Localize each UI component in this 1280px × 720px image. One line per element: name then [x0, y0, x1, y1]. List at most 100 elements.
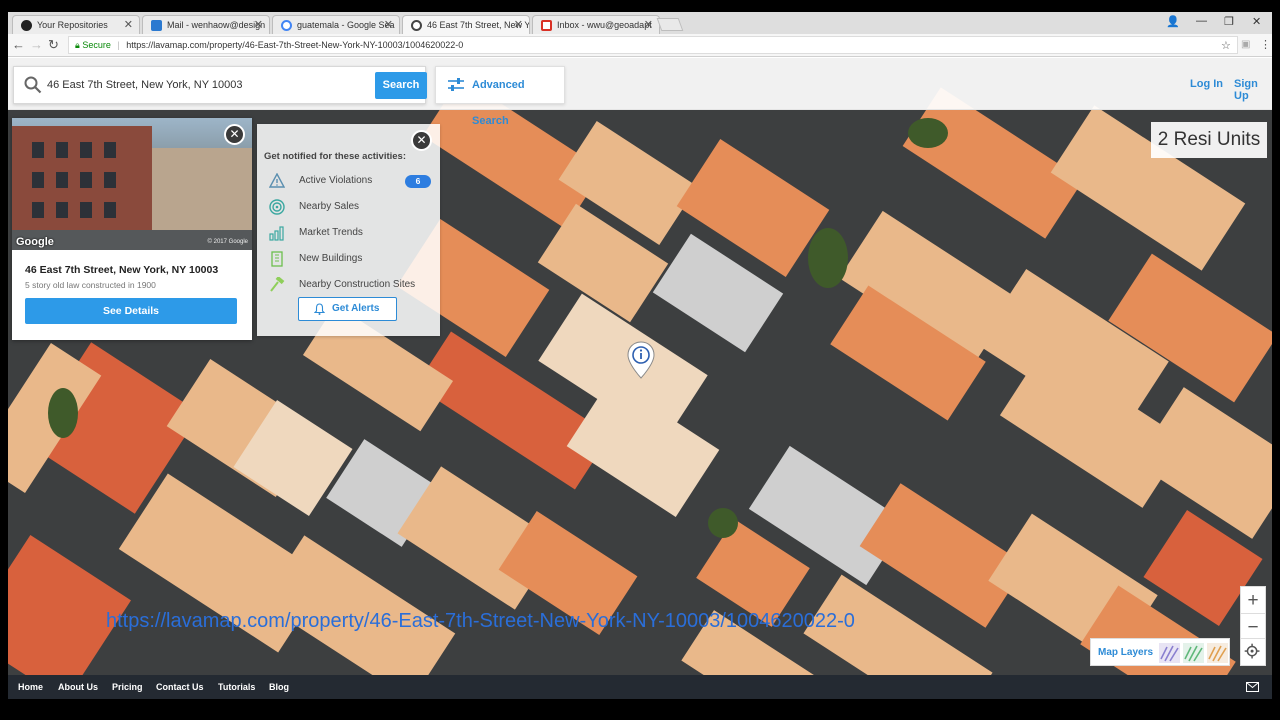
close-tab-icon[interactable]: ✕	[384, 18, 393, 31]
property-description: 5 story old law constructed in 1900	[25, 280, 156, 290]
alert-item-label: New Buildings	[299, 253, 363, 264]
footer-link-about[interactable]: About Us	[58, 682, 98, 692]
alert-item-market-trends[interactable]: Market Trends	[269, 224, 434, 244]
alert-item-label: Market Trends	[299, 227, 363, 238]
login-link[interactable]: Log In	[1190, 78, 1223, 90]
tab-lavamap[interactable]: 46 East 7th Street, New Y ✕	[402, 15, 530, 34]
close-tab-icon[interactable]: ✕	[124, 18, 133, 31]
alert-item-construction-sites[interactable]: Nearby Construction Sites	[269, 276, 434, 296]
warning-triangle-icon	[269, 173, 285, 188]
tree	[808, 228, 848, 288]
hammer-icon	[270, 277, 285, 292]
footer-link-blog[interactable]: Blog	[269, 682, 289, 692]
footer-link-contact[interactable]: Contact Us	[156, 682, 204, 692]
alert-item-label: Nearby Construction Sites	[299, 279, 416, 290]
tab-title: Mail - wenhaow@design	[167, 20, 266, 30]
alert-item-new-buildings[interactable]: New Buildings	[269, 250, 434, 270]
bell-icon	[314, 303, 325, 315]
layer-thumbnail-icon[interactable]	[1159, 643, 1180, 663]
alert-item-label: Nearby Sales	[299, 201, 360, 212]
reload-icon[interactable]: ↻	[48, 37, 59, 53]
tab-gmail[interactable]: Inbox - wwu@geoadapt ✕	[532, 15, 660, 34]
violations-count-badge: 6	[405, 175, 431, 188]
profile-icon[interactable]: 👤	[1166, 15, 1180, 28]
search-box: Search	[13, 66, 427, 104]
tree	[908, 118, 948, 148]
search-input[interactable]	[47, 74, 367, 96]
property-info-pin-icon[interactable]	[626, 340, 656, 380]
minimize-icon[interactable]: —	[1196, 15, 1207, 27]
tree	[48, 388, 78, 438]
zoom-in-button[interactable]: +	[1241, 587, 1265, 614]
menu-icon[interactable]: ⋮	[1260, 38, 1271, 51]
close-tab-icon[interactable]: ✕	[514, 18, 523, 31]
browser-window: Your Repositories ✕ Mail - wenhaow@desig…	[8, 12, 1272, 699]
alert-item-nearby-sales[interactable]: Nearby Sales	[269, 198, 434, 218]
close-card-button[interactable]: ✕	[224, 124, 245, 145]
mail-icon[interactable]	[1246, 682, 1259, 692]
google-logo: Google	[16, 236, 54, 248]
bookmark-star-icon[interactable]: ☆	[1221, 39, 1231, 52]
get-alerts-label: Get Alerts	[332, 303, 380, 314]
resi-units-label: 2 Resi Units	[1151, 122, 1267, 158]
alerts-panel: ✕ Get notified for these activities: Act…	[257, 124, 440, 336]
footer-link-pricing[interactable]: Pricing	[112, 682, 143, 692]
search-icon	[24, 76, 42, 94]
tab-your-repositories[interactable]: Your Repositories ✕	[12, 15, 140, 34]
overlay-url-caption: https://lavamap.com/property/46-East-7th…	[106, 610, 855, 632]
secure-label: Secure	[82, 40, 111, 50]
new-tab-button[interactable]	[656, 18, 684, 31]
gmail-icon	[541, 20, 552, 31]
property-card: Google © 2017 Google ✕ 46 East 7th Stree…	[12, 118, 252, 340]
tree	[708, 508, 738, 538]
restore-icon[interactable]: ❐	[1224, 15, 1234, 28]
url-separator: |	[117, 40, 120, 50]
layer-thumbnail-icon[interactable]	[1183, 643, 1204, 663]
url-input[interactable]: 🔒︎ Secure | https://lavamap.com/property…	[68, 36, 1238, 54]
property-address: 46 East 7th Street, New York, NY 10003	[25, 264, 219, 276]
tab-google-search[interactable]: guatemala - Google Sea ✕	[272, 15, 400, 34]
lavamap-icon	[411, 20, 422, 31]
window-close-icon[interactable]: ✕	[1252, 15, 1261, 28]
close-tab-icon[interactable]: ✕	[254, 18, 263, 31]
footer: Home About Us Pricing Contact Us Tutoria…	[8, 675, 1272, 699]
street-view-photo[interactable]: Google © 2017 Google	[12, 118, 252, 250]
screen: Your Repositories ✕ Mail - wenhaow@desig…	[0, 0, 1280, 720]
zoom-controls: + −	[1240, 586, 1266, 642]
search-button[interactable]: Search	[375, 72, 427, 99]
tab-mail[interactable]: Mail - wenhaow@design ✕	[142, 15, 270, 34]
lock-icon: 🔒︎	[75, 40, 80, 50]
crosshair-icon	[1244, 643, 1260, 659]
tab-title: guatemala - Google Sea	[297, 20, 395, 30]
app-header: Search Advanced Search Log In Sign Up	[8, 58, 1272, 127]
footer-link-home[interactable]: Home	[18, 682, 43, 692]
alerts-title: Get notified for these activities:	[264, 151, 406, 162]
target-icon	[269, 199, 285, 215]
building-footprint	[566, 379, 720, 517]
tab-title: Inbox - wwu@geoadapt	[557, 20, 652, 30]
alert-item-active-violations[interactable]: Active Violations 6	[269, 172, 434, 192]
lavamap-page: Search Advanced Search Log In Sign Up	[8, 58, 1272, 699]
sliders-icon	[448, 78, 464, 91]
map-layers-label: Map Layers	[1098, 647, 1154, 658]
outlook-icon	[151, 20, 162, 31]
map-layers-button[interactable]: Map Layers	[1090, 638, 1230, 666]
building-footprint	[1134, 387, 1272, 539]
advanced-search-button[interactable]: Advanced Search	[435, 66, 565, 127]
locate-me-button[interactable]	[1240, 638, 1266, 666]
close-alerts-button[interactable]: ✕	[411, 130, 432, 151]
footer-link-tutorials[interactable]: Tutorials	[218, 682, 255, 692]
back-icon[interactable]: ←	[12, 37, 25, 52]
extension-icon[interactable]: ▣	[1241, 39, 1250, 50]
github-icon	[21, 20, 32, 31]
close-tab-icon[interactable]: ✕	[644, 18, 653, 31]
get-alerts-button[interactable]: Get Alerts	[298, 297, 397, 321]
signup-link[interactable]: Sign Up	[1234, 78, 1272, 102]
tab-title: Your Repositories	[37, 20, 108, 30]
bar-chart-icon	[269, 226, 284, 241]
tab-strip: Your Repositories ✕ Mail - wenhaow@desig…	[8, 12, 1272, 34]
forward-icon[interactable]: →	[30, 37, 43, 52]
address-bar: ← → ↻ 🔒︎ Secure | https://lavamap.com/pr…	[8, 34, 1272, 57]
see-details-button[interactable]: See Details	[25, 298, 237, 324]
layer-thumbnail-icon[interactable]	[1207, 643, 1228, 663]
